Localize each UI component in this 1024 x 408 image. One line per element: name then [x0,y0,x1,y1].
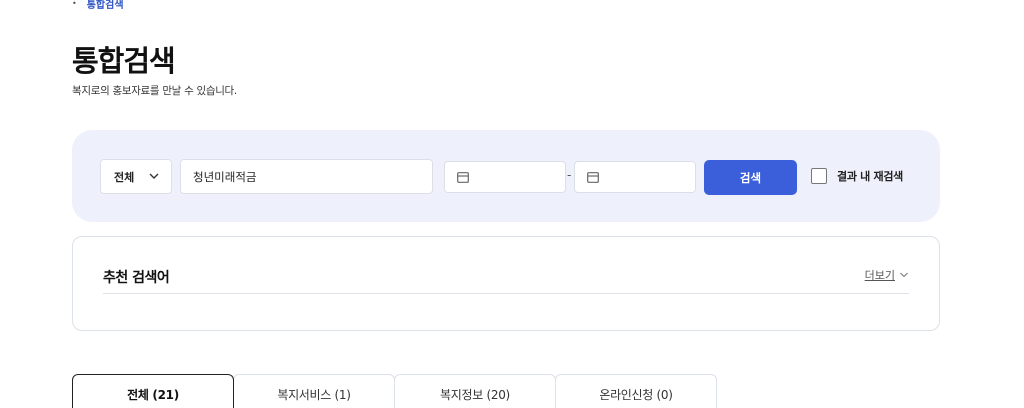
search-input[interactable] [180,159,433,194]
more-link[interactable]: 더보기 [865,267,909,283]
chevron-down-icon [149,173,159,179]
calendar-icon [457,172,469,183]
search-panel: 전체 - 검색 결과 내 재검색 [72,130,940,222]
checkbox-icon[interactable] [811,168,827,184]
tab-welfare-services[interactable]: 복지서비스 (1) [233,374,395,408]
recommended-keywords-panel: 추천 검색어 더보기 [72,236,940,331]
page-title: 통합검색 [72,44,176,78]
breadcrumb-bullet: • [72,0,77,8]
calendar-icon [587,172,599,183]
divider [103,293,909,294]
search-scope-value: 전체 [114,170,135,184]
chevron-down-icon [900,272,908,278]
tab-all[interactable]: 전체 (21) [72,374,234,408]
search-within-results-label: 결과 내 재검색 [837,170,903,183]
breadcrumb: • 통합검색 [72,0,124,11]
search-scope-select[interactable]: 전체 [100,159,172,194]
breadcrumb-current[interactable]: 통합검색 [87,0,124,11]
date-from-field[interactable] [444,161,566,193]
search-within-results-toggle[interactable]: 결과 내 재검색 [811,168,903,184]
tab-online-application[interactable]: 온라인신청 (0) [555,374,717,408]
recommended-keywords-title: 추천 검색어 [103,270,170,286]
result-tabs: 전체 (21) 복지서비스 (1) 복지정보 (20) 온라인신청 (0) [72,374,717,408]
date-to-field[interactable] [574,161,696,193]
date-range-separator: - [567,168,572,182]
page-description: 복지로의 홍보자료를 만날 수 있습니다. [72,85,237,97]
tab-welfare-info[interactable]: 복지정보 (20) [394,374,556,408]
more-label: 더보기 [864,269,895,282]
search-button[interactable]: 검색 [704,160,797,195]
